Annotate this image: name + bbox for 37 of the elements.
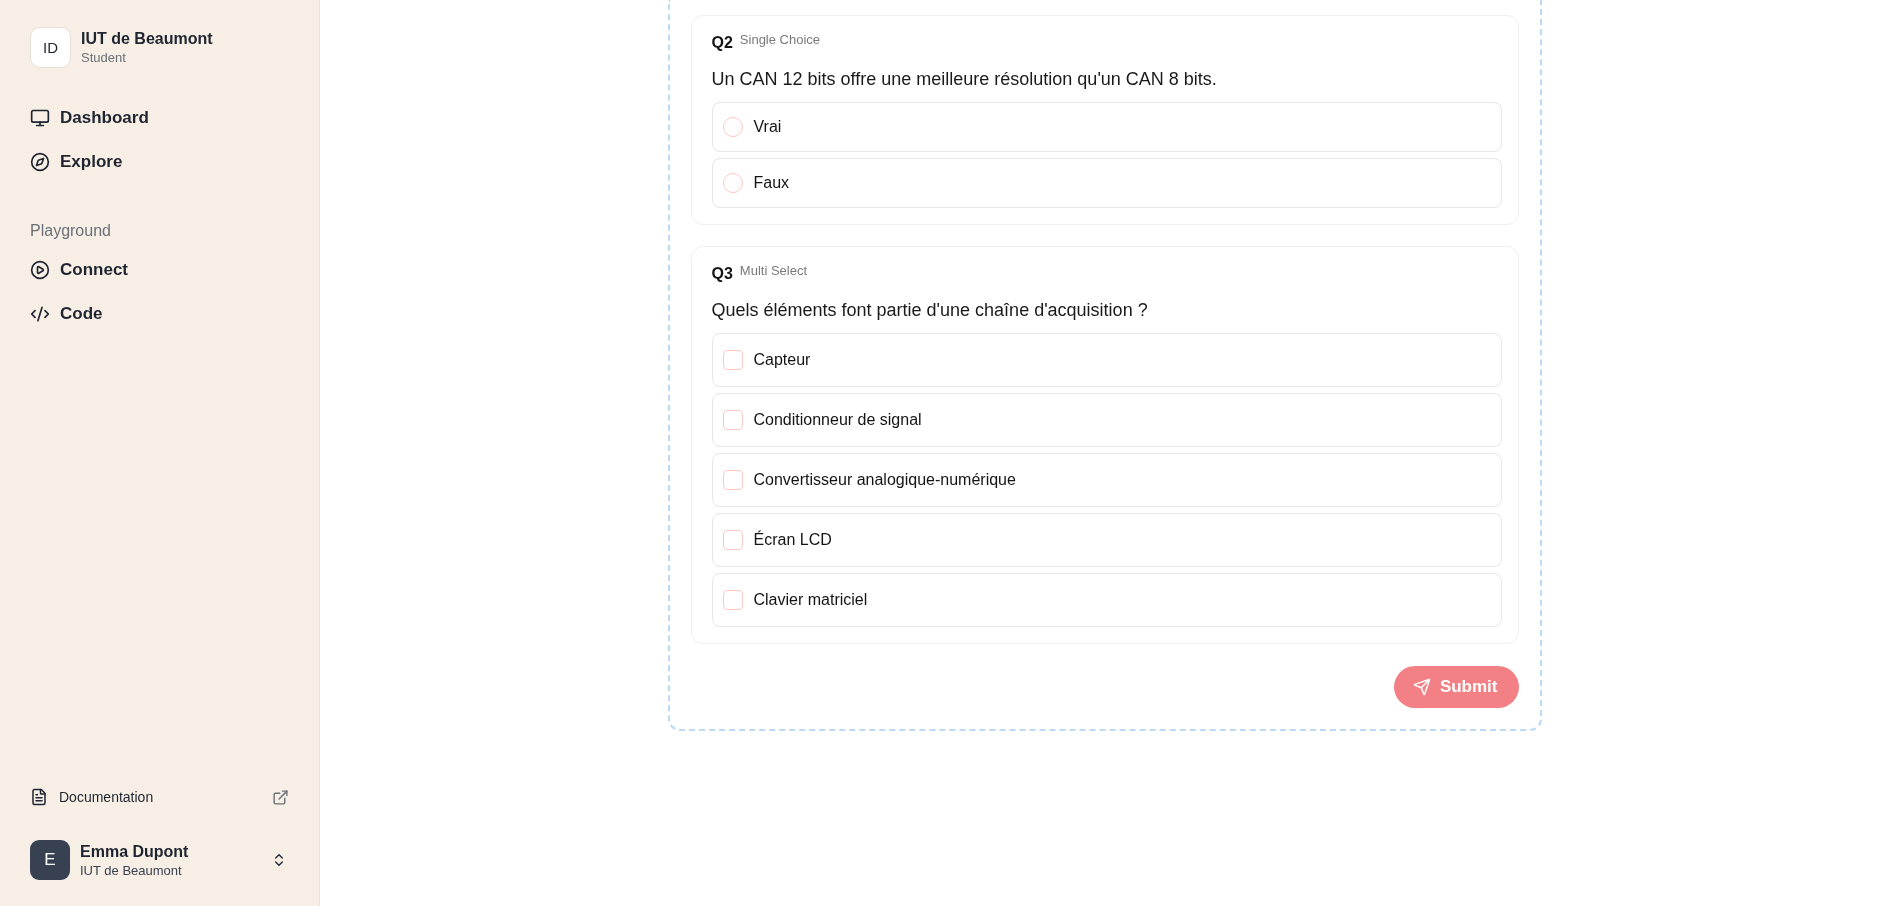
nav-item[interactable]: Code [30,292,103,336]
org-role: Student [81,50,127,65]
answer-option[interactable]: Écran LCD [711,513,1502,567]
nav-item[interactable]: Connect [30,248,128,292]
question-number: Q3 [711,265,733,283]
document-icon [30,788,48,806]
answer-option[interactable]: Capteur [711,333,1502,387]
checkbox[interactable] [722,530,743,550]
answer-option[interactable]: Conditionneur de signal [711,393,1502,447]
org-name: IUT de Beaumont [81,30,213,48]
question-number: Q2 [711,34,733,52]
compass-icon [30,152,50,172]
org-avatar: ID [30,27,71,68]
question-type: Single Choice [739,32,821,47]
monitor-icon [30,108,50,128]
checkbox[interactable] [722,350,743,370]
code-icon [30,304,50,324]
nav-item[interactable]: Explore [30,140,123,184]
question-type: Multi Select [739,263,808,278]
nav-item[interactable]: Dashboard [30,96,149,140]
external-link-icon[interactable] [272,788,289,806]
play-circle-icon [30,260,50,280]
answer-option[interactable]: Clavier matriciel [711,573,1502,627]
answer-option[interactable]: Convertisseur analogique-numérique [711,453,1502,507]
question-text: Un CAN 12 bits offre une meilleure résolution qu'un CAN 8 bits. [711,69,1218,90]
user-name: Emma Dupont [80,842,190,861]
documentation-link[interactable]: Documentation [30,788,154,806]
answer-option[interactable]: Vrai [711,102,1502,152]
checkbox[interactable] [722,470,743,490]
answer-option[interactable]: Faux [711,158,1502,208]
checkbox[interactable] [722,590,743,610]
user-org: IUT de Beaumont [80,862,183,878]
user-avatar: E [30,840,70,880]
question-text: Quels éléments font partie d'une chaîne d'acquisition ? [711,300,1149,321]
section-heading: Playground [30,222,112,240]
send-icon [1412,678,1431,696]
checkbox[interactable] [722,410,743,430]
